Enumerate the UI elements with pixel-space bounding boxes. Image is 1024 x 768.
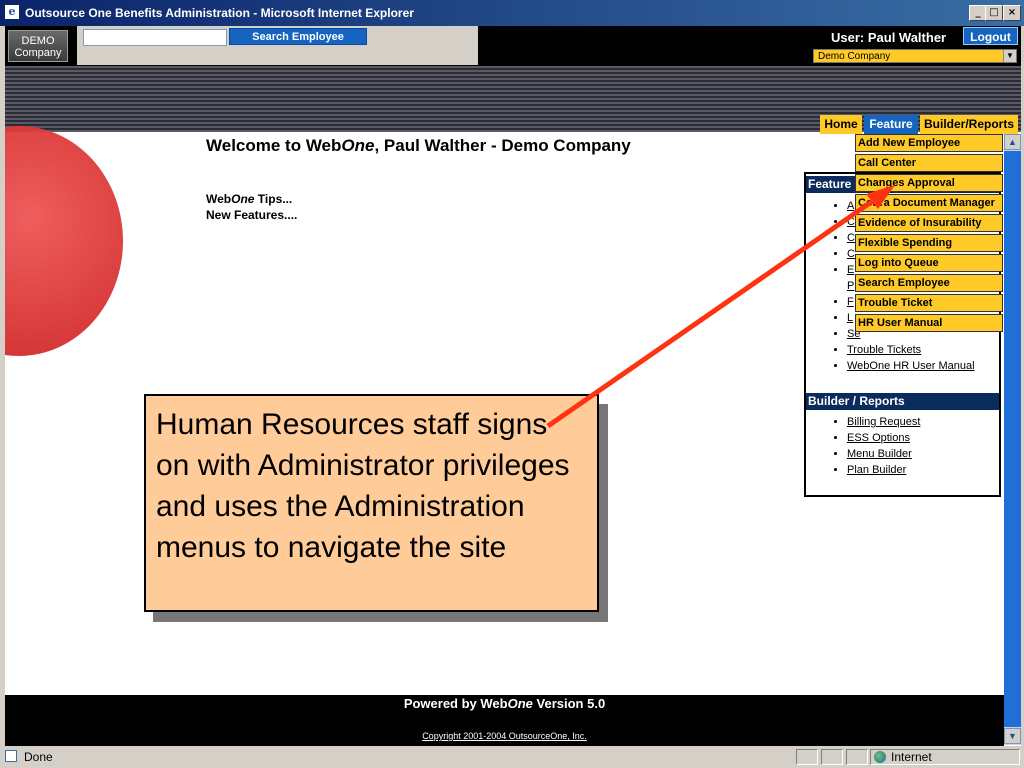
status-cell <box>846 749 868 765</box>
arrow-shaft <box>546 193 882 429</box>
page-icon <box>5 750 17 762</box>
annotation-arrow <box>546 185 895 429</box>
status-bar: Done Internet <box>0 746 1024 768</box>
status-cell <box>821 749 843 765</box>
status-text: Done <box>24 750 53 764</box>
globe-icon <box>874 751 886 763</box>
zone-cell: Internet <box>870 749 1020 765</box>
zone-label: Internet <box>891 750 932 764</box>
status-cell <box>796 749 818 765</box>
